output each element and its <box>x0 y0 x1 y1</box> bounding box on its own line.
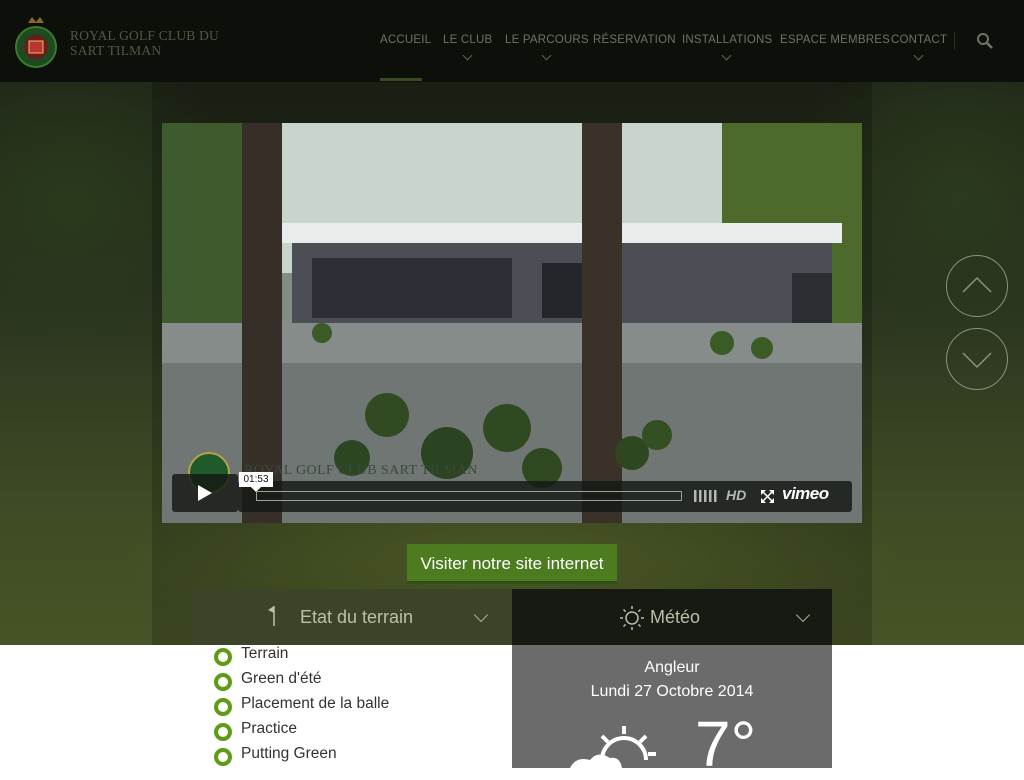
chevron-down-icon <box>462 50 473 61</box>
menu-item-accueil[interactable]: ACCUEIL <box>380 34 431 46</box>
list-item: Putting Green <box>214 745 514 769</box>
club-name-line1: ROYAL GOLF CLUB DU <box>70 28 219 43</box>
tab-meteo-label: Météo <box>650 607 701 627</box>
search-icon[interactable] <box>976 32 994 50</box>
scroll-up-button[interactable] <box>946 255 1008 317</box>
weather-temperature: 7° <box>695 708 757 780</box>
fullscreen-icon[interactable] <box>761 490 774 503</box>
chevron-down-icon <box>721 50 732 61</box>
chevron-down-icon <box>795 607 811 623</box>
menu-item-le-parcours[interactable]: LE PARCOURS <box>505 34 589 61</box>
video-overlay-title: ROYAL GOLF CLUB SART TILMAN <box>244 463 478 478</box>
chevron-up-icon <box>962 276 992 293</box>
top-navigation: ROYAL GOLF CLUB DU SART TILMAN ACCUEIL L… <box>0 0 1024 82</box>
status-dot-icon <box>214 648 232 666</box>
flag-icon <box>268 606 275 626</box>
nav-divider <box>954 32 955 50</box>
progress-bar[interactable] <box>256 491 682 501</box>
terrain-item-label: Practice <box>241 720 297 737</box>
tab-meteo[interactable]: Météo <box>512 589 832 645</box>
play-button[interactable] <box>172 474 238 512</box>
terrain-item-label: Placement de la balle <box>241 695 390 712</box>
menu-label: CONTACT <box>891 34 948 46</box>
vimeo-logo[interactable]: vimeo <box>782 484 829 504</box>
volume-icon[interactable] <box>694 490 718 502</box>
sun-icon <box>620 606 644 630</box>
hd-toggle[interactable]: HD <box>726 487 746 503</box>
status-dot-icon <box>214 673 232 691</box>
chevron-down-icon <box>541 50 552 61</box>
list-item: Placement de la balle <box>214 695 514 719</box>
weather-date: Lundi 27 Octobre 2014 <box>590 683 754 700</box>
menu-label: ESPACE MEMBRES <box>780 34 890 46</box>
list-item: Practice <box>214 720 514 744</box>
club-name[interactable]: ROYAL GOLF CLUB DU SART TILMAN <box>70 28 219 58</box>
menu-label: ACCUEIL <box>380 34 432 46</box>
terrain-item-label: Terrain <box>241 645 289 662</box>
visit-website-button[interactable]: Visiter notre site internet <box>407 544 617 584</box>
tab-etat-du-terrain[interactable]: Etat du terrain <box>192 589 512 645</box>
status-dot-icon <box>214 698 232 716</box>
club-name-line2: SART TILMAN <box>70 43 162 58</box>
active-menu-indicator <box>380 78 422 81</box>
weather-panel: Angleur Lundi 27 Octobre 2014 7° <box>512 645 832 779</box>
menu-item-reservation[interactable]: RÉSERVATION <box>593 34 676 46</box>
menu-item-contact[interactable]: CONTACT <box>891 34 948 61</box>
menu-label: LE PARCOURS <box>505 34 589 46</box>
menu-label: INSTALLATIONS <box>682 34 773 46</box>
menu-label: RÉSERVATION <box>593 34 676 46</box>
club-logo[interactable] <box>14 13 58 69</box>
tab-terrain-label: Etat du terrain <box>300 607 414 627</box>
list-item: Terrain <box>214 645 514 669</box>
terrain-item-label: Putting Green <box>241 745 337 762</box>
status-dot-icon <box>214 723 232 741</box>
partly-cloudy-icon <box>570 726 656 768</box>
video-player[interactable]: ROYAL GOLF CLUB SART TILMAN <box>162 123 862 523</box>
scroll-down-button[interactable] <box>946 328 1008 390</box>
time-tooltip: 01:53 <box>239 472 273 492</box>
menu-item-espace-membres[interactable]: ESPACE MEMBRES <box>780 34 890 46</box>
chevron-down-icon <box>962 352 992 369</box>
chevron-down-icon <box>473 607 489 623</box>
menu-label: LE CLUB <box>443 34 493 46</box>
chevron-down-icon <box>913 50 924 61</box>
weather-location: Angleur <box>644 659 700 676</box>
play-icon <box>198 485 212 501</box>
status-dot-icon <box>214 748 232 766</box>
terrain-item-label: Green d'été <box>241 670 322 687</box>
list-item: Green d'été <box>214 670 514 694</box>
menu-item-installations[interactable]: INSTALLATIONS <box>682 34 773 61</box>
menu-item-le-club[interactable]: LE CLUB <box>443 34 493 61</box>
